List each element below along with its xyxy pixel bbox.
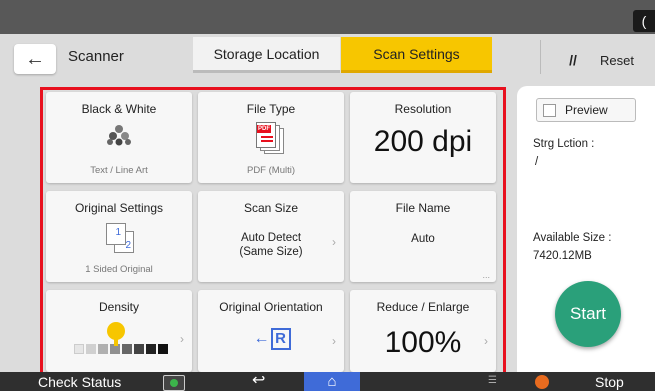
card-label: Black & White: [81, 102, 157, 116]
back-arrow-icon: ←: [25, 47, 45, 70]
file-name-card[interactable]: File Name Auto ...: [350, 191, 496, 282]
header-divider: [540, 40, 541, 74]
reduce-enlarge-value: 100%: [384, 326, 462, 359]
file-type-card[interactable]: File Type PDF PDF (Multi): [198, 92, 344, 183]
pdf-stack-icon: PDF: [256, 122, 286, 156]
orientation-letter: R: [270, 328, 291, 350]
tab-storage-location[interactable]: Storage Location: [193, 37, 340, 73]
start-button[interactable]: Start: [555, 281, 621, 347]
resolution-value: 200 dpi: [373, 125, 473, 158]
more-dots-icon: ...: [482, 270, 490, 280]
tab-label: Storage Location: [213, 45, 320, 62]
chevron-right-icon: ›: [332, 334, 336, 348]
status-indicator-icon[interactable]: [163, 375, 185, 391]
tab-scan-settings[interactable]: Scan Settings: [341, 37, 492, 73]
card-label: Scan Size: [243, 201, 299, 215]
page-front-number: 1: [106, 223, 126, 245]
stop-button[interactable]: Stop: [595, 373, 624, 391]
density-scale-icon: [74, 320, 174, 360]
reduce-enlarge-card[interactable]: Reduce / Enlarge 100% ›: [350, 290, 496, 372]
card-value: 1 Sided Original: [85, 264, 153, 275]
menu-icon[interactable]: ☰: [488, 375, 497, 386]
chevron-right-icon: ›: [180, 332, 184, 346]
orientation-r-icon: ← R: [250, 327, 294, 351]
original-orientation-card[interactable]: Original Orientation ← R ›: [198, 290, 344, 372]
chevron-right-icon: ›: [332, 235, 336, 249]
reset-wand-icon: //: [569, 52, 577, 68]
corner-indicator-icon[interactable]: (: [633, 10, 655, 32]
color-mode-card[interactable]: Black & White Text / Line Art: [46, 92, 192, 183]
available-size-label: Available Size :: [533, 232, 612, 244]
chevron-right-icon: ›: [484, 334, 488, 348]
home-icon[interactable]: ⌂: [304, 372, 360, 391]
card-label: Original Orientation: [219, 300, 323, 314]
card-label: Resolution: [394, 102, 452, 116]
card-label: File Type: [246, 102, 296, 116]
scan-size-line2: (Same Size): [239, 246, 303, 258]
reset-button[interactable]: // Reset: [550, 44, 650, 76]
pdf-badge: PDF: [257, 125, 271, 133]
preview-label: Preview: [565, 103, 608, 117]
bottom-bar: Check Status ↩ ⌂ ☰ Stop: [0, 372, 655, 391]
stop-icon[interactable]: [535, 375, 549, 389]
scan-size-line1: Auto Detect: [240, 232, 302, 244]
storage-location-value: /: [535, 156, 539, 168]
top-status-strip: (: [0, 0, 655, 34]
original-settings-card[interactable]: Original Settings 2 1 1 Sided Original: [46, 191, 192, 282]
check-status-button[interactable]: Check Status: [38, 373, 121, 391]
card-label: Density: [98, 300, 139, 314]
file-name-value: Auto: [411, 233, 435, 245]
return-arrow-icon[interactable]: ↩: [252, 373, 265, 389]
reset-label: Reset: [600, 52, 634, 68]
back-button[interactable]: ←: [14, 44, 56, 74]
preview-checkbox[interactable]: Preview: [536, 98, 636, 122]
card-label: Reduce / Enlarge: [376, 300, 470, 314]
page-title: Scanner: [68, 48, 124, 65]
card-label: File Name: [395, 201, 451, 215]
available-size-value: 7420.12MB: [533, 250, 592, 262]
dots-cluster-icon: [107, 125, 131, 146]
density-card[interactable]: Density ›: [46, 290, 192, 372]
orientation-arrow: ←: [253, 330, 270, 347]
card-label: Original Settings: [74, 201, 164, 215]
card-value: Text / Line Art: [90, 165, 148, 176]
resolution-card[interactable]: Resolution 200 dpi: [350, 92, 496, 183]
scan-size-card[interactable]: Scan Size Auto Detect (Same Size) ›: [198, 191, 344, 282]
card-value: PDF (Multi): [246, 165, 296, 176]
storage-location-label: Strg Lction :: [533, 138, 595, 150]
sided-original-icon: 2 1: [104, 221, 138, 253]
checkbox-icon: [543, 103, 556, 117]
start-label: Start: [570, 304, 606, 323]
tab-label: Scan Settings: [373, 45, 460, 62]
